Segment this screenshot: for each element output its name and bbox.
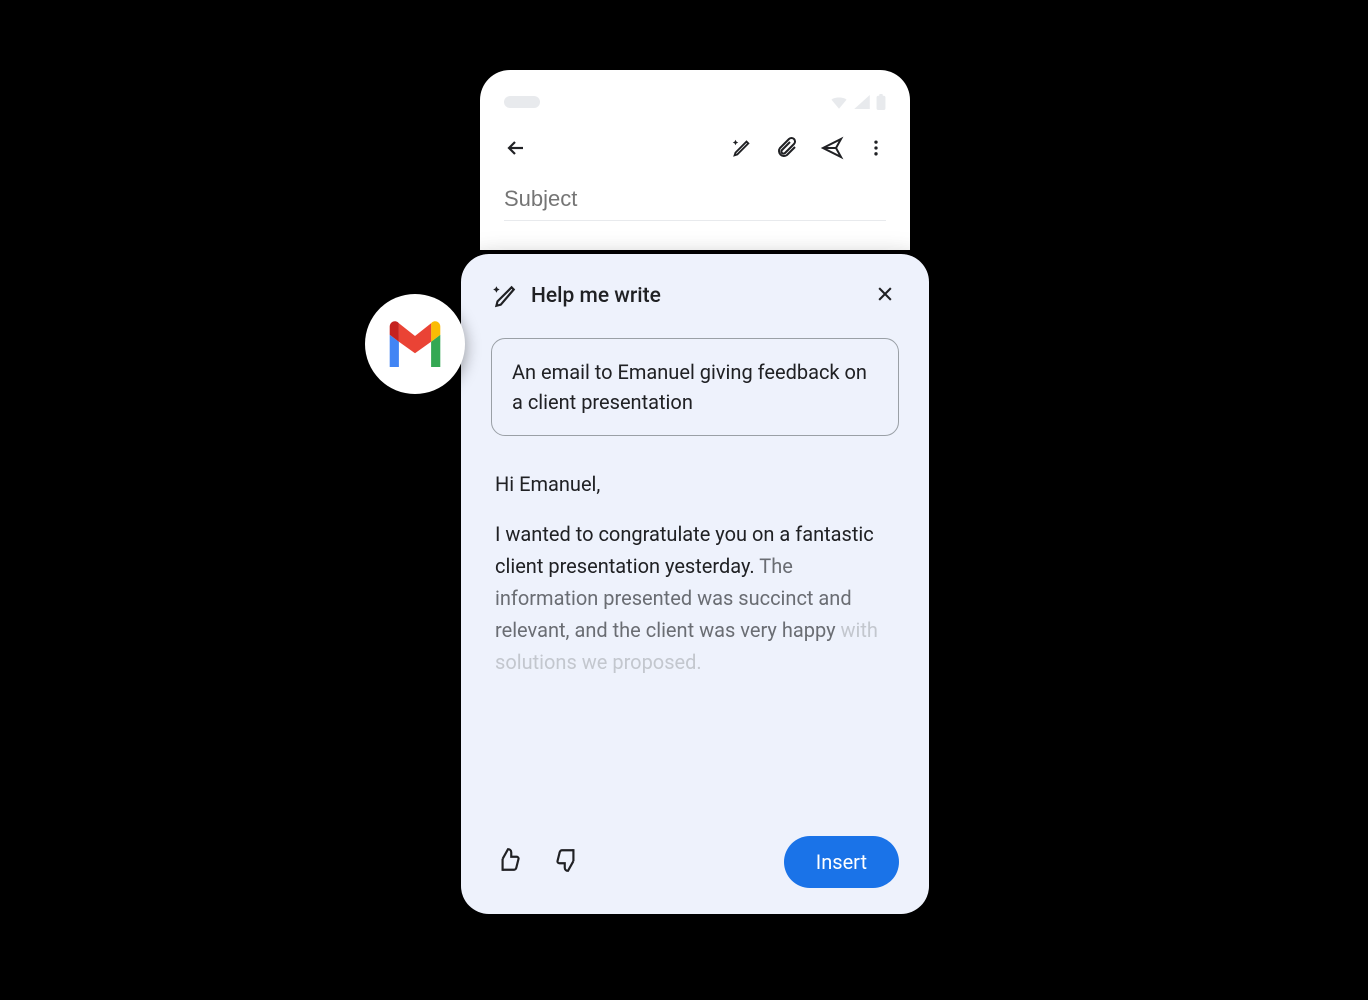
phone-compose-frame <box>480 70 910 250</box>
thumbs-up-button[interactable] <box>491 843 525 881</box>
signal-icon <box>854 95 870 109</box>
thumbs-down-button[interactable] <box>551 843 585 881</box>
gmail-icon <box>385 321 445 367</box>
magic-pen-icon <box>491 283 517 309</box>
help-panel-header: Help me write <box>491 280 899 312</box>
generated-email-content: Hi Emanuel, I wanted to congratulate you… <box>491 472 899 678</box>
help-me-write-panel: Help me write An email to Emanuel giving… <box>461 254 929 914</box>
send-icon <box>820 136 844 160</box>
back-button[interactable] <box>504 136 528 164</box>
send-button[interactable] <box>820 136 844 164</box>
attach-icon <box>774 136 798 160</box>
thumbs-up-icon <box>495 847 521 873</box>
status-bar <box>504 90 886 114</box>
battery-icon <box>876 94 886 110</box>
gmail-logo-badge <box>365 294 465 394</box>
wifi-icon <box>830 95 848 109</box>
status-pill <box>504 96 540 108</box>
help-panel-title: Help me write <box>531 284 661 308</box>
email-body: I wanted to congratulate you on a fantas… <box>495 518 895 678</box>
feedback-buttons <box>491 843 585 881</box>
prompt-input-box[interactable]: An email to Emanuel giving feedback on a… <box>491 338 899 436</box>
attach-button[interactable] <box>774 136 798 164</box>
back-arrow-icon <box>504 136 528 160</box>
magic-compose-button[interactable] <box>730 137 752 163</box>
prompt-text: An email to Emanuel giving feedback on a… <box>512 357 878 417</box>
help-panel-footer: Insert <box>491 836 899 888</box>
insert-button[interactable]: Insert <box>784 836 899 888</box>
toolbar-actions <box>730 136 886 164</box>
more-button[interactable] <box>866 138 886 162</box>
close-button[interactable] <box>871 280 899 312</box>
status-icons <box>830 94 886 110</box>
email-body-line1: I wanted to congratulate you on a fantas… <box>495 522 874 578</box>
close-icon <box>875 284 895 304</box>
subject-input[interactable] <box>504 186 886 221</box>
more-icon <box>866 138 886 158</box>
help-title-group: Help me write <box>491 283 661 309</box>
compose-toolbar <box>504 130 886 170</box>
email-greeting: Hi Emanuel, <box>495 472 895 496</box>
thumbs-down-icon <box>555 847 581 873</box>
magic-pen-icon <box>730 137 752 159</box>
